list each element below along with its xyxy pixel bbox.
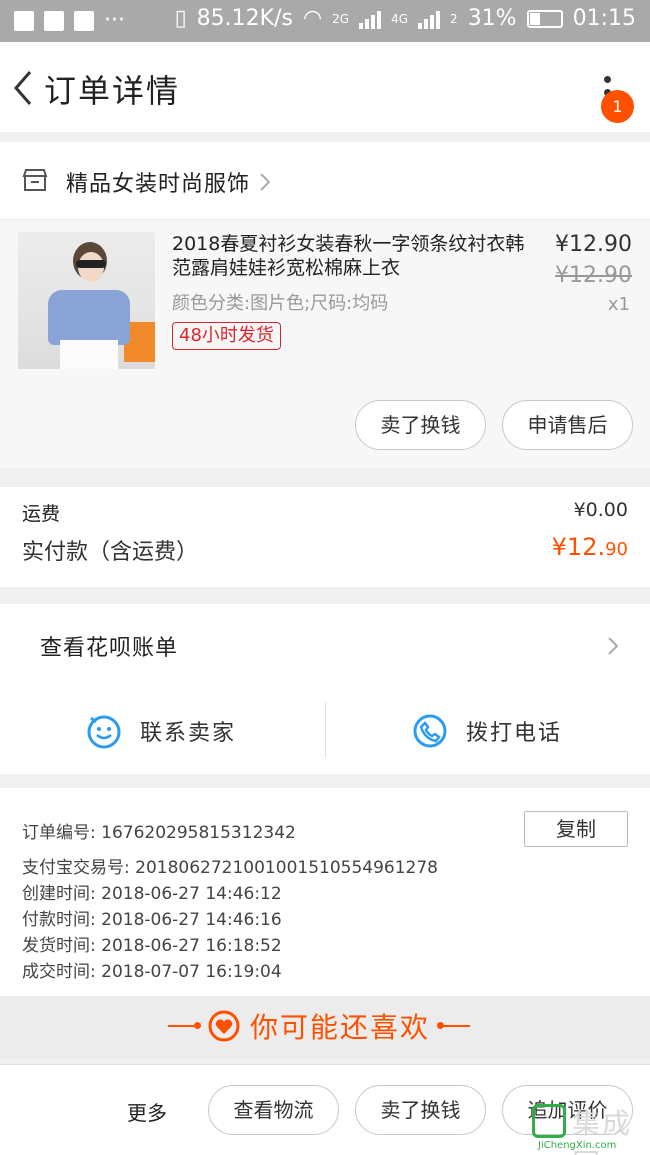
vibrate-icon: ▯ xyxy=(174,6,187,31)
wifi-icon: ◠ xyxy=(302,6,323,31)
phone-icon xyxy=(413,714,447,748)
view-logistics-button[interactable]: 查看物流 xyxy=(208,1085,339,1135)
paid-label: 实付款（含运费） xyxy=(22,540,199,565)
heart-icon xyxy=(208,1010,240,1042)
contact-seller-button[interactable]: 联系卖家 xyxy=(86,688,236,774)
completed-time-row: 成交时间: 2018-07-07 16:19:04 xyxy=(22,962,282,982)
network-speed: 85.12K/s xyxy=(196,6,293,31)
battery-percent: 31% xyxy=(467,6,517,31)
more-notifications-icon: ··· xyxy=(104,8,125,33)
notification-badge: 1 xyxy=(601,90,634,123)
order-info: 订单编号: 167620295815312342 复制 支付宝交易号: 2018… xyxy=(0,788,650,996)
paid-amount: ¥12.90 xyxy=(551,533,628,561)
watermark-logo: 集成网 JiChengXin.com xyxy=(532,1100,648,1155)
created-time-row: 创建时间: 2018-06-27 14:46:12 xyxy=(22,884,282,904)
shipping-label: 运费 xyxy=(22,503,61,525)
decor-line xyxy=(437,1022,471,1029)
sim-slot-label: 2 xyxy=(450,11,458,26)
store-icon xyxy=(22,169,48,191)
shop-row[interactable]: 精品女装时尚服饰 xyxy=(0,142,650,220)
nav-bar: 订单详情 1 xyxy=(0,42,650,132)
gallery-icon xyxy=(44,10,64,31)
battery-icon xyxy=(526,9,563,28)
copy-button[interactable]: 复制 xyxy=(524,811,628,847)
call-phone-button[interactable]: 拨打电话 xyxy=(412,688,562,774)
alipay-trade-row: 支付宝交易号: 2018062721001001510554961278 xyxy=(22,858,438,878)
after-sale-button[interactable]: 申请售后 xyxy=(502,400,633,450)
sell-for-cash-button[interactable]: 卖了换钱 xyxy=(355,400,486,450)
sell-for-cash-button[interactable]: 卖了换钱 xyxy=(355,1085,486,1135)
order-item[interactable]: 2018春夏衬衫女装春秋一字领条纹衬衣韩范露肩娃娃衫宽松棉麻上衣 颜色分类:图片… xyxy=(0,220,650,468)
shipped-time-row: 发货时间: 2018-06-27 16:18:52 xyxy=(22,936,282,956)
huabei-label: 查看花呗账单 xyxy=(40,636,179,661)
product-quantity: x1 xyxy=(607,294,630,315)
order-number-row: 订单编号: 167620295815312342 xyxy=(22,823,296,843)
payment-summary: 运费 ¥0.00 实付款（含运费） ¥12.90 xyxy=(0,487,650,587)
product-spec: 颜色分类:图片色;尺码:均码 xyxy=(172,293,389,314)
actions-card: 查看花呗账单 联系卖家 拨打电话 xyxy=(0,604,650,774)
chat-smile-icon xyxy=(87,715,121,749)
back-arrow-icon[interactable] xyxy=(10,68,40,108)
app-grid-icon xyxy=(14,10,34,31)
more-button[interactable]: 更多 xyxy=(127,1097,167,1126)
product-thumbnail[interactable] xyxy=(18,232,155,369)
original-price: ¥12.90 xyxy=(555,263,632,288)
paid-time-row: 付款时间: 2018-06-27 14:46:16 xyxy=(22,910,282,930)
page-title: 订单详情 xyxy=(44,72,181,110)
network-type-2: 4G xyxy=(391,11,409,26)
product-title: 2018春夏衬衫女装春秋一字领条纹衬衣韩范露肩娃娃衫宽松棉麻上衣 xyxy=(172,233,525,279)
recommend-header: 你可能还喜欢 xyxy=(0,996,650,1058)
contact-row: 联系卖家 拨打电话 xyxy=(0,688,650,774)
shop-name: 精品女装时尚服饰 xyxy=(66,172,251,197)
divider xyxy=(325,702,326,758)
status-bar: ··· ▯ 85.12K/s ◠ 2G 4G 2 31% 01:15 xyxy=(0,0,650,42)
huabei-bill-link[interactable]: 查看花呗账单 xyxy=(0,604,650,688)
signal-icon xyxy=(359,9,382,29)
notification-icons: ··· xyxy=(14,8,125,33)
decor-line xyxy=(168,1022,201,1029)
clock: 01:15 xyxy=(572,6,636,31)
contact-seller-label: 联系卖家 xyxy=(140,721,237,746)
product-price: ¥12.90 xyxy=(555,232,632,257)
shipping-tag: 48小时发货 xyxy=(172,322,281,350)
signal-icon xyxy=(418,9,441,29)
recommend-title: 你可能还喜欢 xyxy=(250,1011,431,1044)
shipping-value: ¥0.00 xyxy=(573,499,628,521)
chevron-right-icon xyxy=(260,173,271,191)
network-type-1: 2G xyxy=(332,11,350,26)
app-grid-icon xyxy=(74,10,94,31)
call-phone-label: 拨打电话 xyxy=(466,721,563,746)
chevron-right-icon xyxy=(608,637,619,655)
